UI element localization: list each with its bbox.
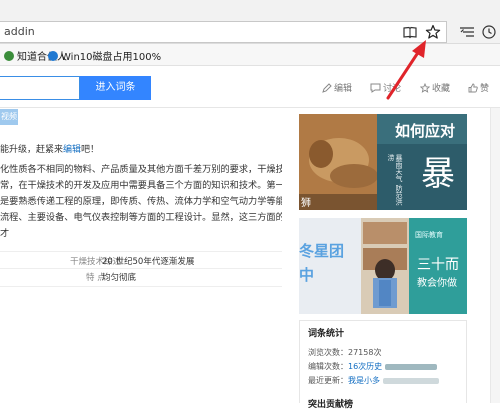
history-icon[interactable] <box>481 24 497 40</box>
paragraph-line: 常，在干燥技术的开发及应用中需要具备三个方面的知识和技术。第一是 <box>0 180 282 191</box>
search-input[interactable] <box>0 76 80 100</box>
star-icon <box>419 82 431 93</box>
stat-label: 编辑次数： <box>308 362 348 371</box>
blurred-content <box>382 377 439 384</box>
edit-link[interactable]: 编辑 <box>63 145 81 155</box>
hub-icon[interactable] <box>459 24 475 40</box>
address-text[interactable]: addin <box>4 25 35 38</box>
discuss-button[interactable]: 讨论 <box>370 81 401 94</box>
stat-label: 浏览次数： <box>308 348 348 357</box>
paragraph-line: 是要熟悉传递工程的原理，即传质、传热、流体力学和空气动力学等能 <box>0 196 282 207</box>
reading-view-icon[interactable] <box>403 25 417 39</box>
favorite-label: Win10磁盘占用100% <box>61 52 162 63</box>
video-tag[interactable]: 视频 <box>0 109 18 125</box>
scrollbar[interactable] <box>490 108 500 403</box>
stat-label: 最近更新： <box>308 376 348 385</box>
banner-brand: 国际教育 <box>415 231 443 239</box>
updated-stat: 最近更新：我是小多 <box>308 375 439 386</box>
banner-subtitle: 暴雨天气 防范洪涝 <box>387 154 403 206</box>
chat-icon <box>370 83 381 93</box>
pencil-icon <box>322 83 332 93</box>
paw-icon <box>48 51 58 61</box>
article-paragraph: 化性质各不相同的物料、产品质量及其他方面千差万别的要求，干燥技术 常，在干燥技术… <box>0 162 282 242</box>
views-stat: 浏览次数：27158次 <box>308 347 381 358</box>
ad-banner-storm[interactable]: 如何应对 暴 暴雨天气 防范洪涝 狮 <box>299 114 467 210</box>
banner-left-text-2: 中 <box>299 266 315 284</box>
paragraph-line: 流程、主要设备、电气仪表控制等方面的工程设计。显然，这三方面的知 <box>0 212 282 223</box>
table-divider <box>0 268 282 269</box>
collect-button[interactable]: 收藏 <box>419 81 451 94</box>
enter-entry-button[interactable]: 进入词条 <box>80 76 151 100</box>
banner-big-char: 暴 <box>421 154 455 194</box>
thumb-up-icon <box>468 83 478 93</box>
banner-right-sub: 教会你做 <box>417 278 457 289</box>
edits-stat: 编辑次数：16次历史 <box>308 361 437 372</box>
like-label: 赞 <box>480 84 490 94</box>
ad-banner-education[interactable]: 冬星团 中 国际教育 三十而 教会你做 <box>299 218 467 314</box>
info-value: 均匀彻底 <box>102 273 137 283</box>
upgrade-note-tail: 吧！ <box>81 145 100 155</box>
table-divider <box>0 286 282 287</box>
collect-label: 收藏 <box>432 84 451 94</box>
banner-title: 如何应对 <box>395 122 456 140</box>
favorite-star-icon[interactable] <box>425 24 441 40</box>
history-link[interactable]: 16次历史 <box>348 362 382 371</box>
edit-button[interactable]: 编辑 <box>322 81 352 94</box>
bear-paw-icon <box>4 51 14 61</box>
banner-side-char: 狮 <box>301 198 311 209</box>
discuss-label: 讨论 <box>383 84 402 94</box>
info-row: 干燥技术综述 20 世纪50年代逐渐发展 <box>0 255 282 269</box>
paragraph-line: 才 <box>0 228 10 239</box>
editor-link[interactable]: 我是小多 <box>348 376 380 385</box>
paragraph-line: 化性质各不相同的物料、产品质量及其他方面千差万别的要求，干燥技术 <box>0 164 282 175</box>
edit-label: 编辑 <box>334 84 353 94</box>
favorite-item-win10[interactable]: Win10磁盘占用100% <box>48 48 161 63</box>
info-row: 特 点 均匀彻底 <box>0 271 282 285</box>
blurred-content <box>384 363 437 370</box>
info-value: 20 世纪50年代逐渐发展 <box>102 257 195 267</box>
banner-left-text: 冬星团 <box>299 242 345 260</box>
like-button[interactable]: 赞 <box>468 81 489 94</box>
banner-right-title: 三十而 <box>417 257 459 273</box>
entry-stats-card: 词条统计 浏览次数：27158次 编辑次数：16次历史 最近更新：我是小多 突出… <box>299 320 467 410</box>
upgrade-note: 能升级，赶紧来编辑吧！ <box>0 142 99 155</box>
stat-value: 27158次 <box>348 348 382 357</box>
stats-title: 词条统计 <box>308 329 345 339</box>
address-bar[interactable]: addin <box>0 21 447 43</box>
page-header: 进入词条 编辑 讨论 收藏 赞 <box>0 67 500 108</box>
browser-toolbar: addin <box>0 0 500 44</box>
favorites-bar: 知道合伙人 Win10磁盘占用100% <box>0 44 500 66</box>
upgrade-note-text: 能升级，赶紧来 <box>0 145 64 155</box>
table-divider <box>0 251 282 252</box>
contributors-title: 突出贡献榜 <box>308 400 354 410</box>
